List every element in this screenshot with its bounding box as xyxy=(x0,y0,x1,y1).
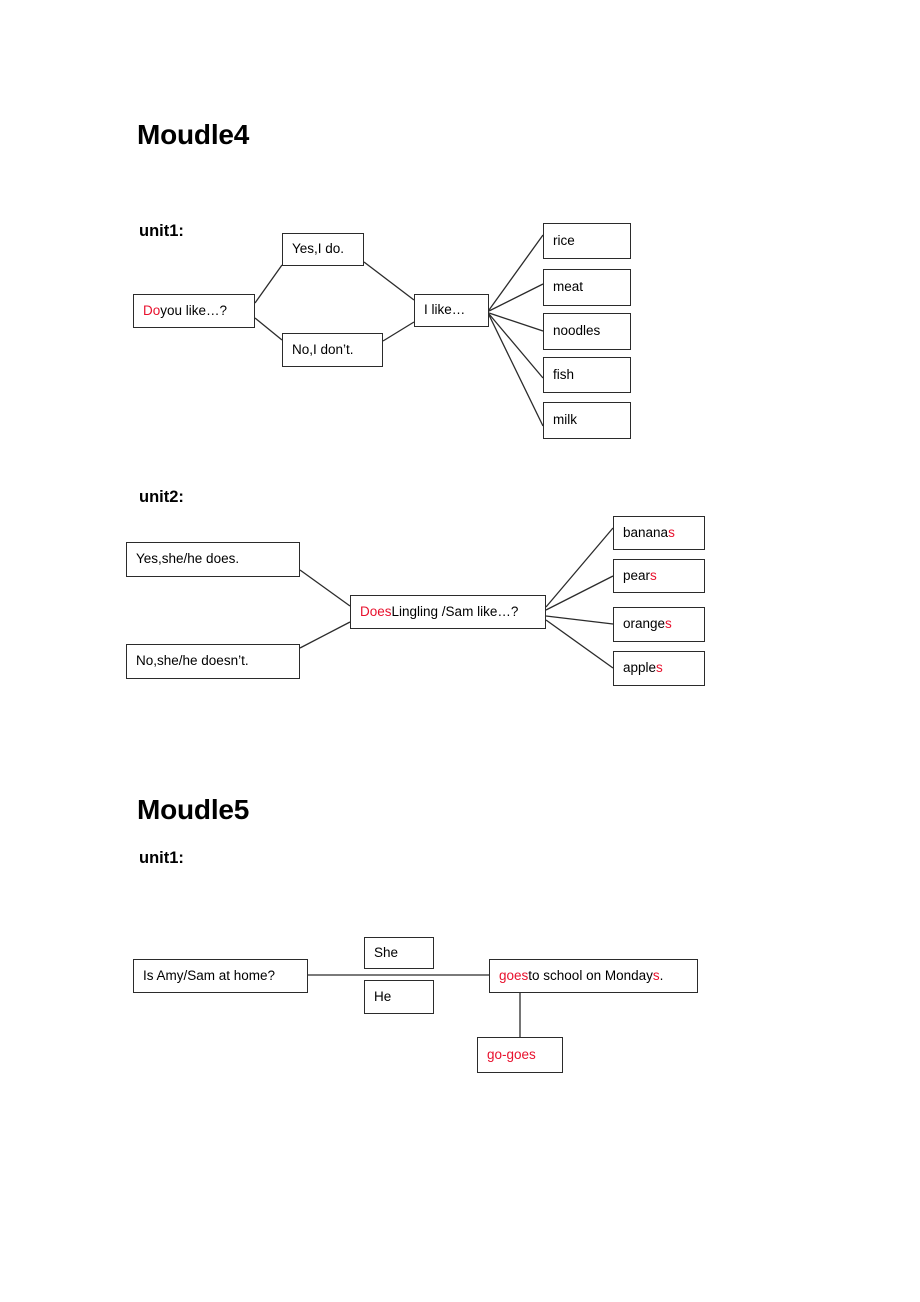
unit-heading-m4-unit1: unit1: xyxy=(139,222,184,240)
node-food-fish: fish xyxy=(543,357,631,393)
line-ilike-to-fish xyxy=(488,313,544,379)
node-goes-middle: to school on Monday xyxy=(528,967,653,983)
node-is-amy-sam-at-home: Is Amy/Sam at home? xyxy=(133,959,308,993)
node-fruit-apples: apple s xyxy=(613,651,705,686)
node-fruit-oranges-stem: orange xyxy=(623,616,666,632)
node-do-you-like-rest: you like…? xyxy=(160,302,228,318)
node-yes-i-do: Yes,I do. xyxy=(282,233,364,266)
document-page: Moudle4 unit1: Do you like…? Yes,I do. N… xyxy=(0,0,920,1302)
node-fruit-oranges: orange s xyxy=(613,607,705,642)
unit-heading-m4-unit2: unit2: xyxy=(139,488,184,506)
node-i-like: I like… xyxy=(414,294,489,327)
line-ilike-to-noodles xyxy=(488,312,544,332)
node-goes-suffix: s xyxy=(652,967,660,983)
unit-heading-m5-unit1: unit1: xyxy=(139,849,184,867)
node-subject-he-label: He xyxy=(374,988,392,1004)
node-does-lingling-sam-like: Does Lingling /Sam like…? xyxy=(350,595,546,629)
line-ilike-to-milk xyxy=(488,314,544,427)
module-heading-moudle4: Moudle4 xyxy=(137,119,250,150)
node-yes-i-do-label: Yes,I do. xyxy=(292,241,345,257)
line-does-to-pears xyxy=(545,575,614,611)
line-yes2-to-does xyxy=(299,569,351,607)
node-fruit-bananas-suffix: s xyxy=(668,524,675,540)
node-fruit-oranges-suffix: s xyxy=(665,616,672,632)
line-does-to-oranges xyxy=(545,615,614,625)
node-goes-tail: . xyxy=(659,967,664,983)
node-food-noodles-label: noodles xyxy=(553,323,601,339)
node-food-milk: milk xyxy=(543,402,631,439)
node-subject-she: She xyxy=(364,937,434,969)
node-food-fish-label: fish xyxy=(553,366,575,382)
node-does-lingling-red: Does xyxy=(360,603,392,619)
node-no-i-dont: No,I don’t. xyxy=(282,333,383,367)
line-does-to-apples xyxy=(545,619,614,669)
node-food-noodles: noodles xyxy=(543,313,631,350)
line-does-to-bananas xyxy=(545,527,614,608)
line-no2-to-does xyxy=(299,621,351,649)
node-fruit-pears-suffix: s xyxy=(650,567,657,583)
node-food-milk-label: milk xyxy=(553,412,577,428)
line-ilike-to-rice xyxy=(488,234,544,311)
node-does-lingling-rest: Lingling /Sam like…? xyxy=(391,603,519,619)
node-no-she-he-doesnt-label: No,she/he doesn’t. xyxy=(136,653,249,669)
line-question-to-yes xyxy=(254,264,283,304)
line-yes-to-ilike xyxy=(363,261,415,301)
node-fruit-bananas: banana s xyxy=(613,516,705,550)
line-ilike-to-meat xyxy=(488,283,544,312)
node-goes-red: goes xyxy=(499,967,529,983)
node-subject-he: He xyxy=(364,980,434,1014)
node-do-you-like-red: Do xyxy=(143,302,161,318)
module-heading-moudle5: Moudle5 xyxy=(137,794,250,825)
node-go-goes-label: go-goes xyxy=(487,1046,536,1062)
node-is-amy-sam-at-home-label: Is Amy/Sam at home? xyxy=(143,967,276,983)
node-food-rice: rice xyxy=(543,223,631,259)
line-no-to-ilike xyxy=(382,321,415,342)
node-fruit-pears: pear s xyxy=(613,559,705,593)
node-i-like-label: I like… xyxy=(424,302,466,318)
node-fruit-pears-stem: pear xyxy=(623,567,651,583)
node-no-i-dont-label: No,I don’t. xyxy=(292,341,354,357)
node-do-you-like: Do you like…? xyxy=(133,294,255,328)
node-fruit-apples-stem: apple xyxy=(623,660,657,676)
node-yes-she-he-does: Yes,she/he does. xyxy=(126,542,300,577)
node-food-meat-label: meat xyxy=(553,279,584,295)
node-fruit-apples-suffix: s xyxy=(656,660,663,676)
node-no-she-he-doesnt: No,she/he doesn’t. xyxy=(126,644,300,679)
line-question-to-no xyxy=(254,317,283,341)
node-subject-she-label: She xyxy=(374,944,399,960)
node-goes-to-school-on-mondays: goes to school on Monday s. xyxy=(489,959,698,993)
node-yes-she-he-does-label: Yes,she/he does. xyxy=(136,551,240,567)
node-go-goes: go-goes xyxy=(477,1037,563,1073)
node-food-rice-label: rice xyxy=(553,232,575,248)
node-fruit-bananas-stem: banana xyxy=(623,524,669,540)
node-food-meat: meat xyxy=(543,269,631,306)
